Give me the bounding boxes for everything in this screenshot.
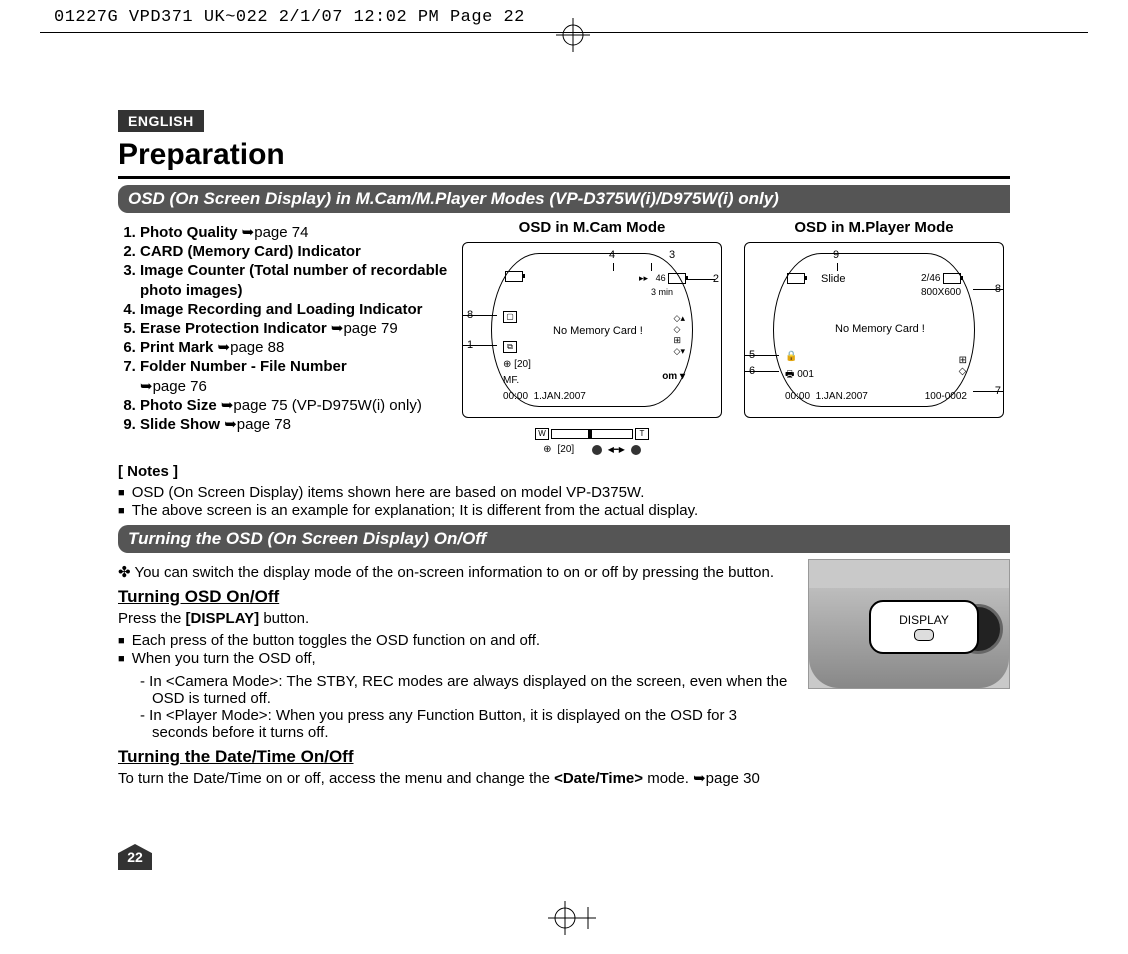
- language-badge: ENGLISH: [118, 110, 204, 132]
- list-item: Erase Protection Indicator ➥page 79: [140, 319, 448, 338]
- panel-mplayer: OSD in M.Player Mode 9 8 7 5: [738, 219, 1010, 455]
- onoff-bullets: Each press of the button toggles the OSD…: [118, 632, 796, 667]
- list-item: - In <Camera Mode>: The STBY, REC modes …: [140, 673, 796, 707]
- nav-indicator: ⊕[20] ◀━▶: [543, 444, 641, 455]
- panel-mcam: OSD in M.Cam Mode 4 3 2 8: [456, 219, 728, 455]
- battery-icon: [505, 271, 523, 282]
- card-icon: [943, 273, 961, 284]
- no-card-msg: No Memory Card !: [553, 325, 643, 337]
- lock-icon: 🔒: [785, 351, 797, 362]
- list-item: Folder Number - File Number➥page 76: [140, 357, 448, 395]
- crop-mark-header: 01227G VPD371 UK~022 2/1/07 12:02 PM Pag…: [54, 8, 525, 27]
- list-item: Each press of the button toggles the OSD…: [118, 632, 796, 649]
- press-display-line: Press the [DISPLAY] button.: [118, 609, 796, 628]
- datetime-line: To turn the Date/Time on or off, access …: [118, 769, 796, 788]
- quality-icon: ⧉: [503, 341, 517, 353]
- subhead-datetime: Turning the Date/Time On/Off: [118, 747, 796, 767]
- camera-illustration: DISPLAY: [808, 559, 1010, 689]
- display-label: DISPLAY: [899, 613, 949, 627]
- battery-icon: [787, 273, 805, 284]
- page-number-badge: 22: [118, 844, 152, 870]
- list-item: OSD (On Screen Display) items shown here…: [118, 484, 1010, 501]
- list-item: - In <Player Mode>: When you press any F…: [140, 707, 796, 741]
- panel-mplayer-title: OSD in M.Player Mode: [794, 219, 953, 236]
- section-osd-onoff: Turning the OSD (On Screen Display) On/O…: [118, 525, 1010, 553]
- osd-indicator-list: Photo Quality ➥page 74 CARD (Memory Card…: [118, 223, 448, 434]
- notes-heading: [ Notes ]: [118, 463, 1010, 480]
- page-title: Preparation: [118, 138, 1010, 172]
- notes-list: OSD (On Screen Display) items shown here…: [118, 484, 1010, 519]
- list-item: Image Recording and Loading Indicator: [140, 300, 448, 319]
- crop-registration-mark-bottom: [548, 901, 596, 940]
- mplayer-screen: 9 8 7 5 6 Slide 2/46 800X600 No Memory C…: [744, 242, 1004, 418]
- list-item: Slide Show ➥page 78: [140, 415, 448, 434]
- size-icon: ▢: [503, 311, 517, 323]
- display-button-callout: DISPLAY: [869, 600, 979, 654]
- list-item: Photo Size ➥page 75 (VP-D975W(i) only): [140, 396, 448, 415]
- title-rule: [118, 176, 1010, 179]
- toggle-intro: ✤ You can switch the display mode of the…: [118, 563, 796, 581]
- section-osd-modes: OSD (On Screen Display) in M.Cam/M.Playe…: [118, 185, 1010, 213]
- print-icon: 🖶: [785, 369, 794, 380]
- list-item: Print Mark ➥page 88: [140, 338, 448, 357]
- list-item: CARD (Memory Card) Indicator: [140, 242, 448, 261]
- list-item: Image Counter (Total number of recordabl…: [140, 261, 448, 299]
- mode-detail-list: - In <Camera Mode>: The STBY, REC modes …: [140, 673, 796, 741]
- no-card-msg: No Memory Card !: [835, 323, 925, 335]
- display-button-icon: [914, 629, 934, 641]
- list-item: Photo Quality ➥page 74: [140, 223, 448, 242]
- panel-mcam-title: OSD in M.Cam Mode: [519, 219, 666, 236]
- list-item: When you turn the OSD off,: [118, 650, 796, 667]
- card-icon: [668, 273, 686, 284]
- mcam-screen: 4 3 2 8 1 ▸▸ 46 3 min No Memory Card ! ▢…: [462, 242, 722, 418]
- crop-registration-mark: [556, 18, 590, 52]
- zoom-bar: W T: [535, 428, 649, 440]
- subhead-osd-onoff: Turning OSD On/Off: [118, 587, 796, 607]
- list-item: The above screen is an example for expla…: [118, 502, 1010, 519]
